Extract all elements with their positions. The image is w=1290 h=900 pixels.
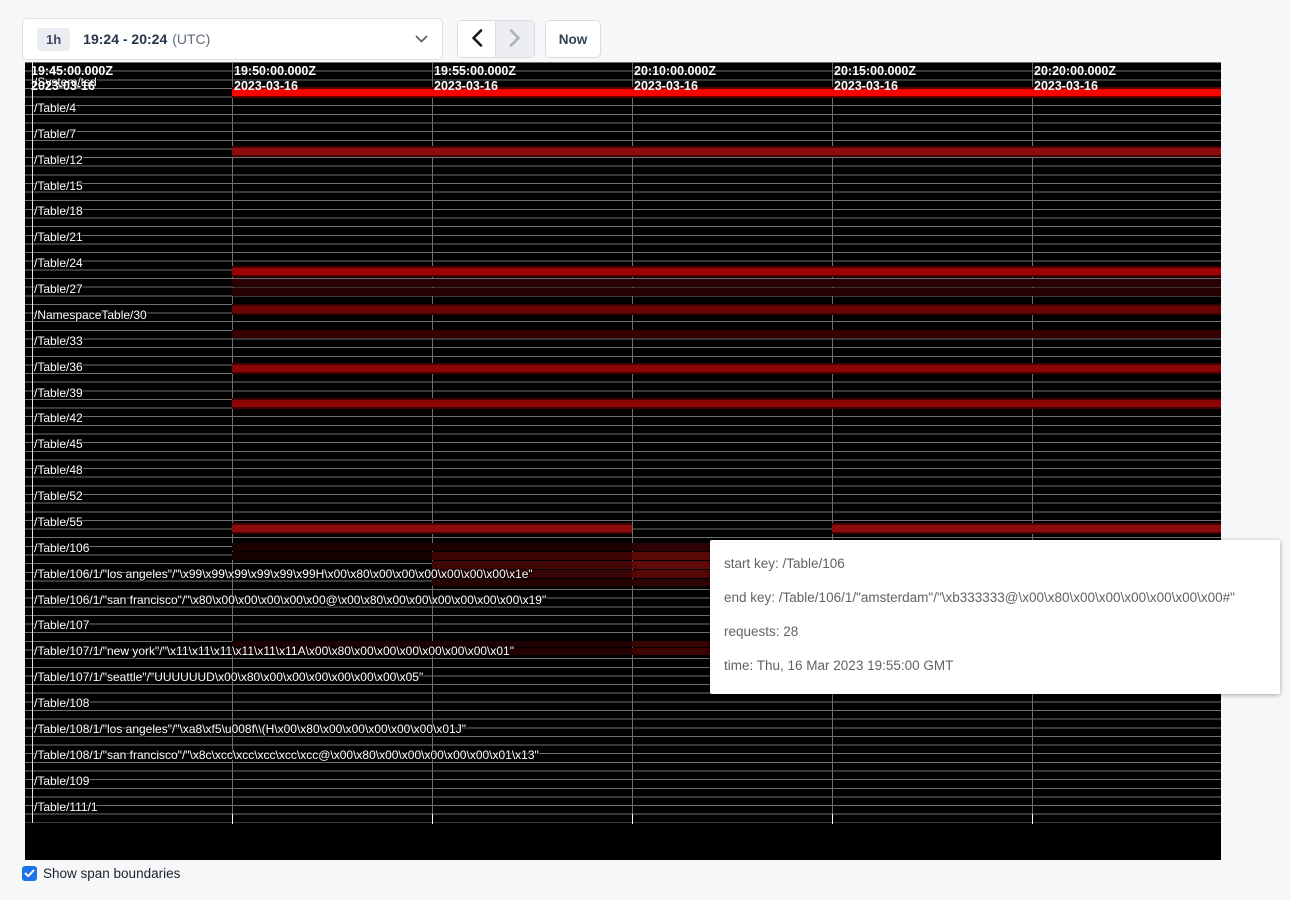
span-label: /Table/106 — [34, 542, 89, 554]
show-span-boundaries-checkbox[interactable] — [22, 866, 37, 881]
span-label: /Table/7 — [34, 128, 76, 140]
span-label: /Table/108 — [34, 697, 89, 709]
footer: Show span boundaries — [22, 866, 180, 881]
time-axis-label: 19:55:00.000Z2023-03-16 — [434, 64, 516, 94]
hot-span-band — [232, 266, 1221, 277]
timezone-text: (UTC) — [172, 31, 210, 47]
hot-span-band — [232, 523, 632, 534]
span-label: /Table/42 — [34, 412, 83, 424]
axis-tick-mark — [832, 814, 833, 824]
span-label: /Table/52 — [34, 490, 83, 502]
span-label: /Table/108/1/"los angeles"/"\xa8\xf5\u00… — [34, 723, 466, 735]
span-label: /Table/111/1 — [34, 801, 98, 813]
span-label: /NamespaceTable/30 — [34, 309, 147, 321]
axis-tick-mark — [1032, 814, 1033, 824]
time-gridline — [832, 62, 833, 824]
span-label: /Table/109 — [34, 775, 89, 787]
time-axis — [25, 824, 1221, 860]
tooltip-end-key: end key: /Table/106/1/"amsterdam"/"\xb33… — [724, 580, 1266, 614]
tooltip-requests: requests: 28 — [724, 614, 1266, 648]
span-label: /Table/21 — [34, 231, 83, 243]
hot-span-band — [232, 552, 432, 560]
span-label: /Table/4 — [34, 102, 76, 114]
duration-badge: 1h — [37, 28, 70, 51]
time-axis-label: 19:45:00.000Z2023-03-16 — [31, 64, 113, 94]
time-gridline — [232, 62, 233, 824]
key-axis-line — [32, 62, 33, 823]
now-button[interactable]: Now — [545, 20, 601, 58]
chevron-left-icon — [471, 29, 483, 50]
hot-span-band — [832, 523, 1221, 534]
time-gridline — [432, 62, 433, 824]
span-label: /Table/106/1/"los angeles"/"\x99\x99\x99… — [34, 568, 533, 580]
next-time-button[interactable] — [496, 21, 534, 57]
span-label: /Table/33 — [34, 335, 83, 347]
span-boundary-lines — [25, 62, 1221, 823]
key-visualizer-canvas[interactable]: /System/tsd/Table/4/Table/7/Table/12/Tab… — [25, 62, 1221, 860]
span-label: /Table/108/1/"san francisco"/"\x8c\xcc\x… — [34, 749, 539, 761]
show-span-boundaries-label: Show span boundaries — [43, 866, 180, 881]
span-label: /Table/27 — [34, 283, 83, 295]
time-nav-group — [457, 20, 535, 58]
previous-time-button[interactable] — [458, 21, 496, 57]
hot-span-band — [432, 552, 632, 560]
span-label: /Table/107/1/"new york"/"\x11\x11\x11\x1… — [34, 645, 514, 657]
hot-span-band — [232, 363, 1221, 374]
hot-span-band — [232, 288, 1221, 296]
span-label: /Table/15 — [34, 180, 83, 192]
time-axis-label: 20:10:00.000Z2023-03-16 — [634, 64, 716, 94]
span-label: /Table/18 — [34, 205, 83, 217]
tooltip-start-key: start key: /Table/106 — [724, 546, 1266, 580]
time-axis-label: 19:50:00.000Z2023-03-16 — [234, 64, 316, 94]
span-label: /Table/107/1/"seattle"/"UUUUUUD\x00\x80\… — [34, 671, 423, 683]
span-label: /Table/36 — [34, 361, 83, 373]
span-label: /Table/106/1/"san francisco"/"\x80\x00\x… — [34, 594, 546, 606]
time-gridline — [1032, 62, 1033, 824]
axis-tick-mark — [432, 814, 433, 824]
time-axis-label: 20:20:00.000Z2023-03-16 — [1034, 64, 1116, 94]
hot-span-band — [232, 279, 1221, 287]
chevron-right-icon — [509, 29, 521, 50]
hot-span-band — [232, 330, 1221, 338]
span-label: /Table/55 — [34, 516, 83, 528]
hot-span-band — [232, 398, 1221, 409]
axis-tick-mark — [632, 814, 633, 824]
cell-tooltip: start key: /Table/106 end key: /Table/10… — [710, 540, 1280, 694]
time-axis-label: 20:15:00.000Z2023-03-16 — [834, 64, 916, 94]
axis-tick-mark — [232, 814, 233, 824]
chevron-down-icon — [415, 35, 428, 44]
span-label: /Table/45 — [34, 438, 83, 450]
span-label: /Table/48 — [34, 464, 83, 476]
span-label: /Table/107 — [34, 619, 89, 631]
checkmark-icon — [24, 865, 35, 883]
span-label: /Table/12 — [34, 154, 83, 166]
time-range-dropdown[interactable]: 1h 19:24 - 20:24 (UTC) — [22, 18, 443, 60]
hot-span-band — [232, 304, 1221, 315]
span-label: /Table/39 — [34, 387, 83, 399]
tooltip-time: time: Thu, 16 Mar 2023 19:55:00 GMT — [724, 648, 1266, 682]
span-label: /Table/24 — [34, 257, 83, 269]
time-range-text: 19:24 - 20:24 — [83, 31, 167, 47]
hot-span-band — [232, 146, 1221, 157]
time-gridline — [632, 62, 633, 824]
